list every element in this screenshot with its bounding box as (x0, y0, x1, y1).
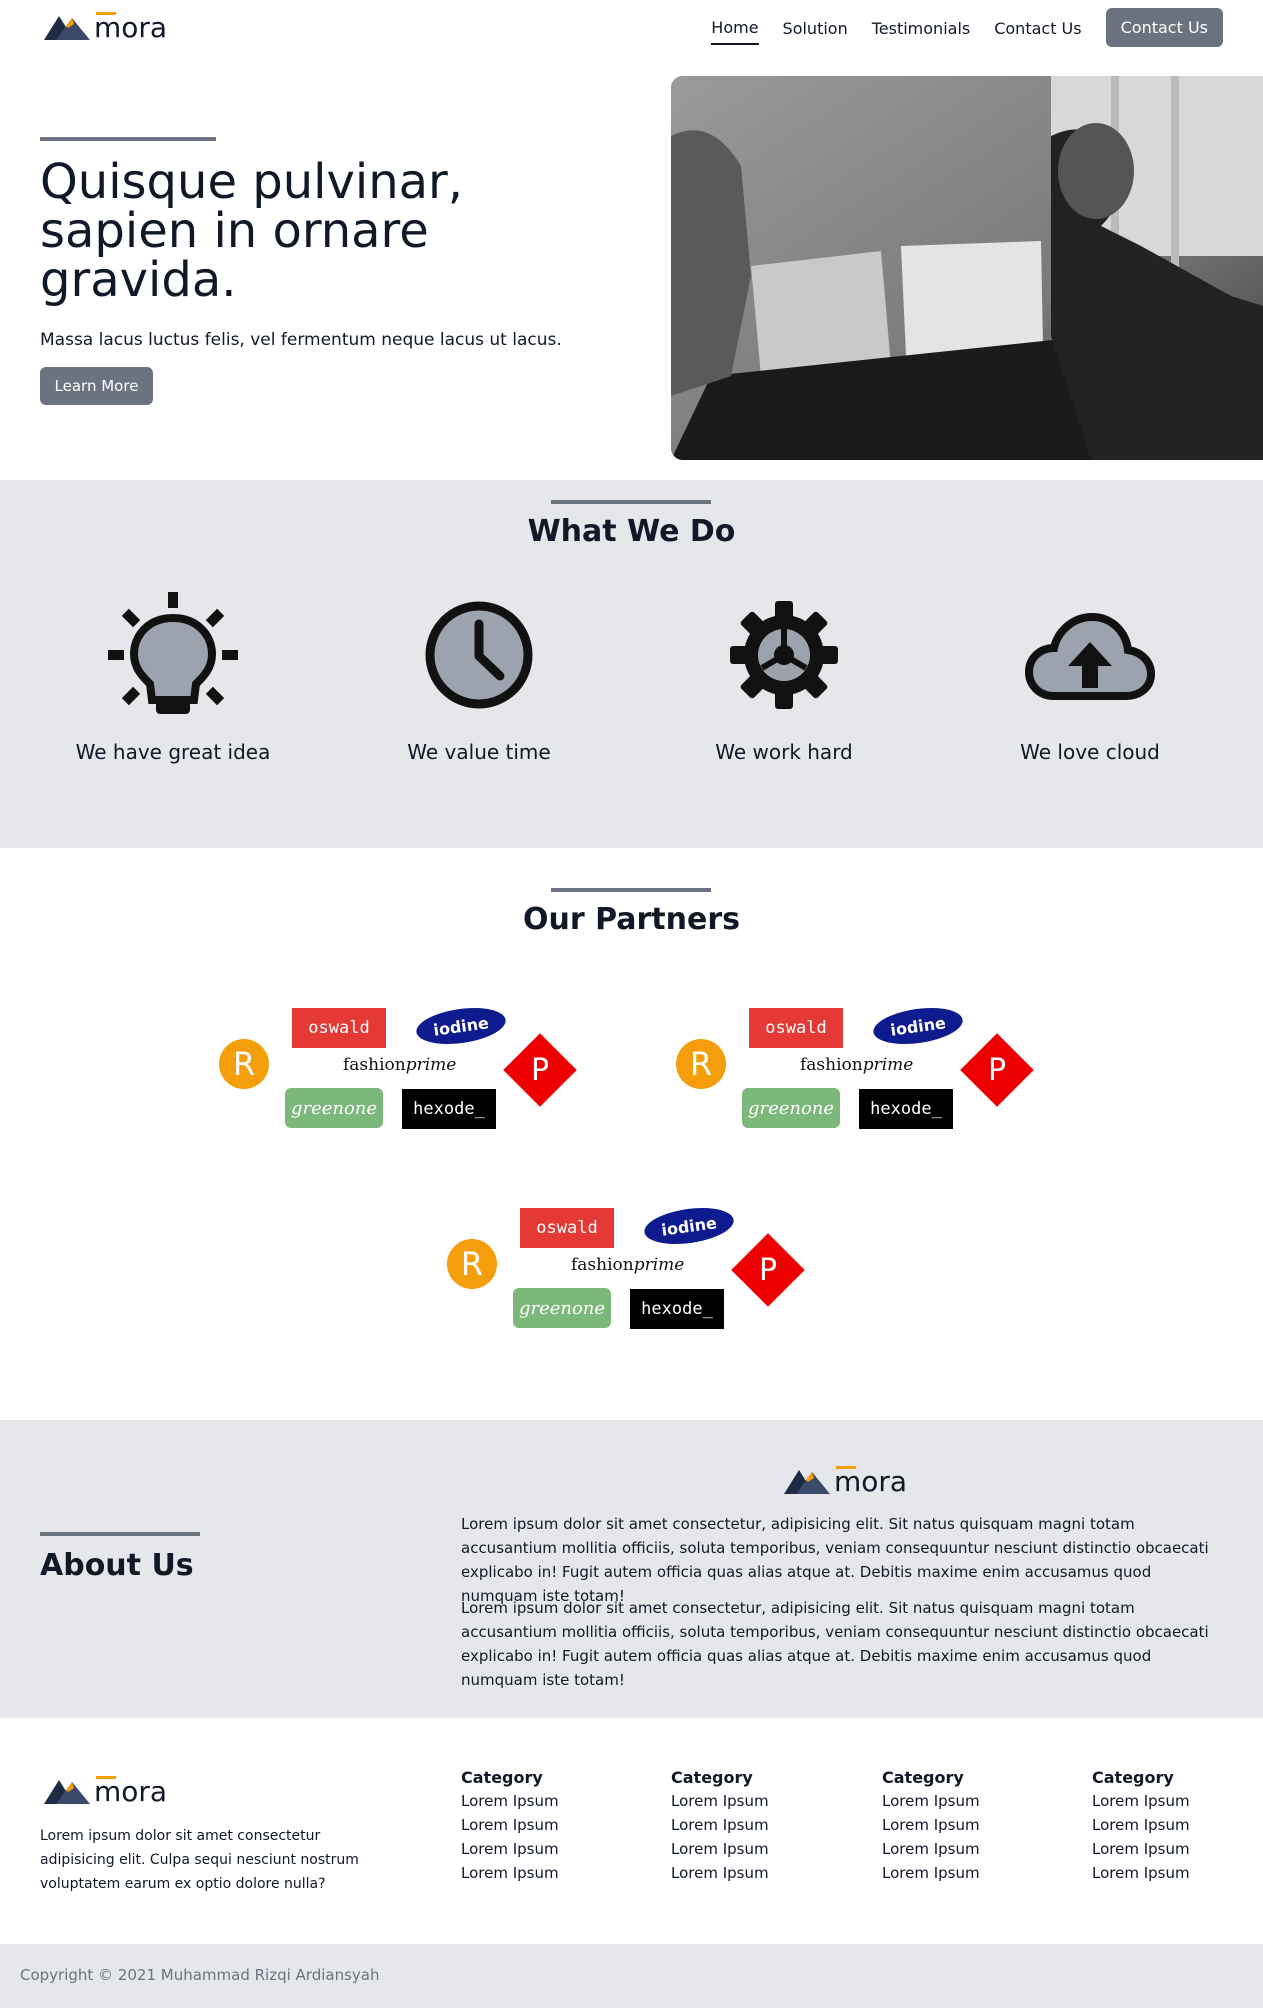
partner-r-logo: R (447, 1239, 497, 1289)
category-title: Category (1092, 1768, 1174, 1787)
hero-photo (671, 76, 1263, 460)
about-section: About Us mora Lorem ipsum dolor sit amet… (0, 1420, 1263, 1718)
partner-p-logo: P (960, 1033, 1034, 1107)
category-link[interactable]: Lorem Ipsum (671, 1813, 851, 1837)
feature-label: We value time (407, 740, 551, 764)
mountain-logo-icon (44, 16, 90, 40)
partner-p-logo: P (503, 1033, 577, 1107)
category-link[interactable]: Lorem Ipsum (882, 1789, 1062, 1813)
section-divider (40, 1532, 200, 1536)
partner-logo-cluster: R oswald iodine fashionprime greenone he… (219, 1002, 577, 1129)
about-title: About Us (40, 1548, 194, 1583)
nav-contact[interactable]: Contact Us (994, 11, 1081, 44)
partner-greenone-logo: greenone (285, 1088, 383, 1128)
hero-divider (40, 137, 216, 141)
partner-oswald-logo: oswald (292, 1008, 386, 1048)
brand-name: mora (94, 1775, 168, 1808)
partner-r-logo: R (219, 1039, 269, 1089)
footer-category: Category Lorem Ipsum Lorem Ipsum Lorem I… (1092, 1768, 1242, 1885)
nav-solution[interactable]: Solution (783, 11, 848, 44)
partner-fashionprime-logo: fashionprime (571, 1255, 685, 1275)
category-link[interactable]: Lorem Ipsum (671, 1861, 851, 1885)
partner-hexode-logo: hexode_ (630, 1289, 724, 1329)
section-divider (551, 500, 711, 504)
partner-fashionprime-logo: fashionprime (343, 1055, 457, 1075)
brand-logo: mora (784, 1466, 907, 1496)
feature-idea: We have great idea (33, 592, 313, 764)
mountain-logo-icon (44, 1780, 90, 1804)
partner-logo-cluster: R oswald iodine fashionprime greenone he… (676, 1002, 1034, 1129)
feature-label: We love cloud (1020, 740, 1160, 764)
footer-category: Category Lorem Ipsum Lorem Ipsum Lorem I… (882, 1768, 1062, 1885)
partner-oswald-logo: oswald (749, 1008, 843, 1048)
category-link[interactable]: Lorem Ipsum (1092, 1813, 1242, 1837)
brand-logo[interactable]: mora (44, 1776, 167, 1806)
what-we-do-section: What We Do We have great idea We value t… (0, 480, 1263, 848)
category-link[interactable]: Lorem Ipsum (461, 1861, 641, 1885)
about-paragraph: Lorem ipsum dolor sit amet consectetur, … (461, 1515, 1209, 1605)
category-title: Category (882, 1768, 964, 1787)
partner-iodine-logo: iodine (871, 1002, 965, 1050)
about-paragraph: Lorem ipsum dolor sit amet consectetur, … (461, 1599, 1209, 1689)
partner-greenone-logo: greenone (513, 1288, 611, 1328)
gear-icon (730, 601, 838, 709)
brand-name: mora (834, 1465, 908, 1498)
copyright-bar: Copyright © 2021 Muhammad Rizqi Ardiansy… (0, 1944, 1263, 2008)
feature-cloud: We love cloud (950, 612, 1230, 764)
brand-name: mora (94, 11, 168, 44)
cloud-upload-icon (1024, 612, 1156, 700)
nav-home[interactable]: Home (711, 10, 759, 45)
learn-more-button[interactable]: Learn More (40, 367, 153, 405)
category-link[interactable]: Lorem Ipsum (461, 1789, 641, 1813)
category-link[interactable]: Lorem Ipsum (882, 1813, 1062, 1837)
category-link[interactable]: Lorem Ipsum (882, 1837, 1062, 1861)
copyright-text: Copyright © 2021 Muhammad Rizqi Ardiansy… (20, 1966, 380, 1984)
partner-hexode-logo: hexode_ (402, 1089, 496, 1129)
category-link[interactable]: Lorem Ipsum (461, 1837, 641, 1861)
feature-work: We work hard (644, 600, 924, 764)
footer: mora Lorem ipsum dolor sit amet consecte… (0, 1718, 1263, 1944)
contact-us-button[interactable]: Contact Us (1105, 8, 1223, 47)
category-link[interactable]: Lorem Ipsum (671, 1837, 851, 1861)
category-link[interactable]: Lorem Ipsum (1092, 1861, 1242, 1885)
mountain-logo-icon (784, 1470, 830, 1494)
category-title: Category (671, 1768, 753, 1787)
partners-section: Our Partners R oswald iodine fashionprim… (0, 848, 1263, 1420)
feature-label: We work hard (715, 740, 853, 764)
what-we-do-title: What We Do (527, 514, 736, 549)
category-link[interactable]: Lorem Ipsum (461, 1813, 641, 1837)
footer-description: Lorem ipsum dolor sit amet consectetur a… (40, 1828, 359, 1892)
category-link[interactable]: Lorem Ipsum (671, 1789, 851, 1813)
category-link[interactable]: Lorem Ipsum (1092, 1837, 1242, 1861)
category-link[interactable]: Lorem Ipsum (882, 1861, 1062, 1885)
section-divider (551, 888, 711, 892)
hero-title: Quisque pulvinar, sapien in ornare gravi… (40, 154, 464, 308)
lightbulb-icon (108, 592, 238, 714)
clock-icon (425, 601, 533, 709)
partner-fashionprime-logo: fashionprime (800, 1055, 914, 1075)
partner-logo-cluster: R oswald iodine fashionprime greenone he… (447, 1202, 805, 1329)
hero-subtitle: Massa lacus luctus felis, vel fermentum … (40, 330, 562, 350)
nav-testimonials[interactable]: Testimonials (872, 11, 971, 44)
feature-label: We have great idea (75, 740, 271, 764)
brand-logo[interactable]: mora (44, 12, 167, 42)
category-title: Category (461, 1768, 543, 1787)
footer-category: Category Lorem Ipsum Lorem Ipsum Lorem I… (671, 1768, 851, 1885)
partner-oswald-logo: oswald (520, 1208, 614, 1248)
top-navbar: mora Home Solution Testimonials Contact … (0, 0, 1263, 56)
footer-category: Category Lorem Ipsum Lorem Ipsum Lorem I… (461, 1768, 641, 1885)
partner-hexode-logo: hexode_ (859, 1089, 953, 1129)
partner-p-logo: P (731, 1233, 805, 1307)
partner-greenone-logo: greenone (742, 1088, 840, 1128)
partner-iodine-logo: iodine (414, 1002, 508, 1050)
partner-r-logo: R (676, 1039, 726, 1089)
feature-time: We value time (339, 600, 619, 764)
category-link[interactable]: Lorem Ipsum (1092, 1789, 1242, 1813)
nav-links: Home Solution Testimonials Contact Us Co… (687, 8, 1223, 47)
partners-title: Our Partners (522, 902, 741, 937)
partner-iodine-logo: iodine (642, 1202, 736, 1250)
